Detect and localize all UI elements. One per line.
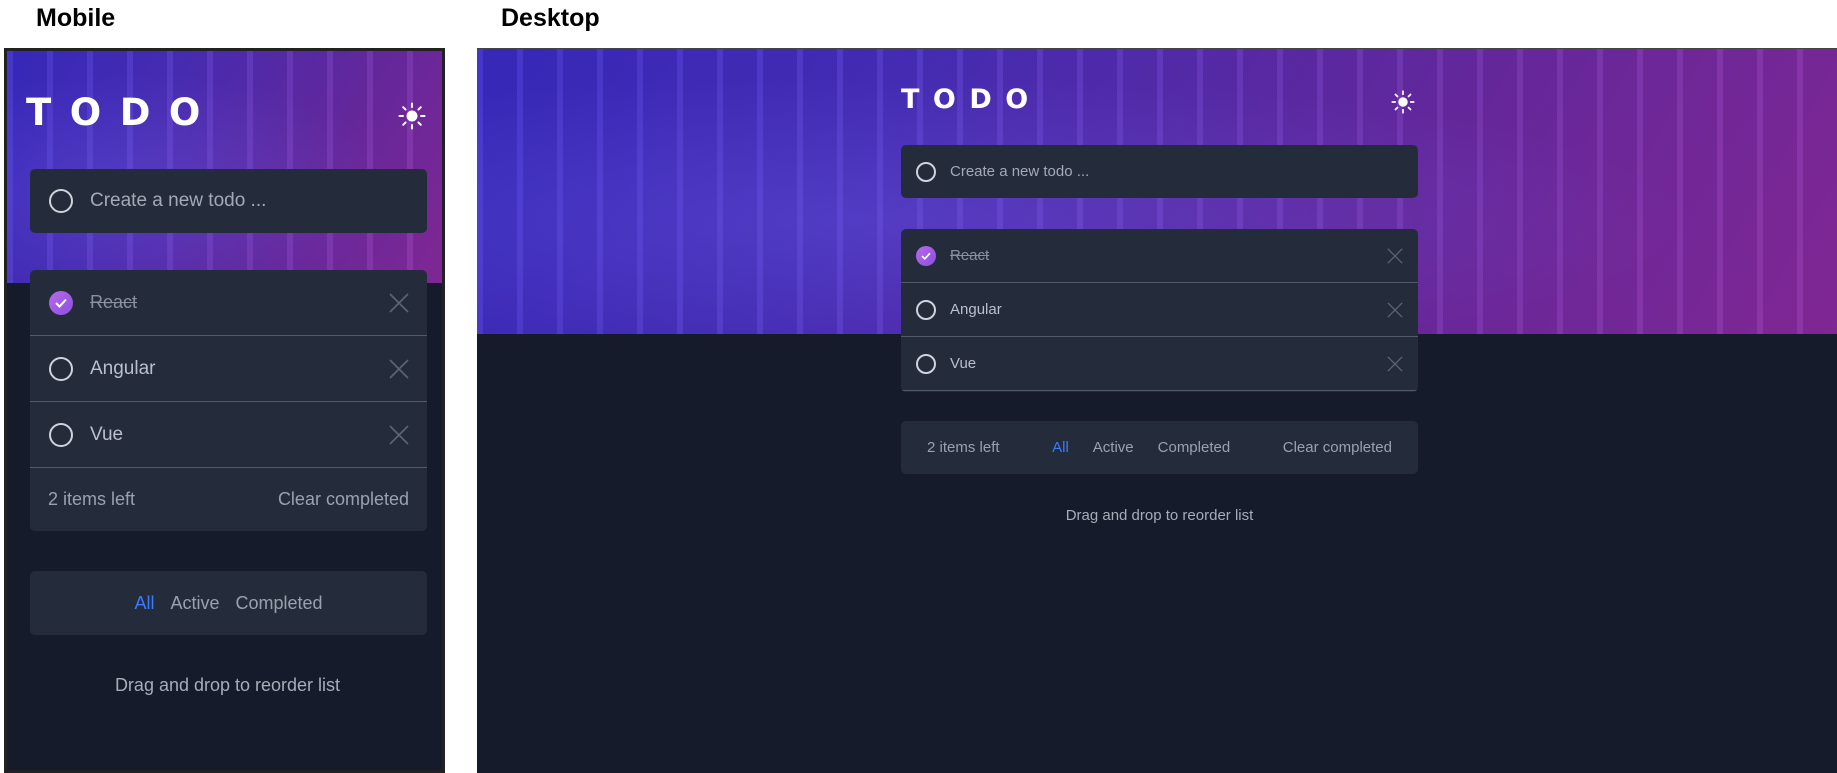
close-icon[interactable] xyxy=(389,293,409,313)
desktop-caption: Desktop xyxy=(501,4,600,32)
new-todo-circle-icon xyxy=(49,189,73,213)
filter-completed[interactable]: Completed xyxy=(1158,439,1231,456)
close-icon[interactable] xyxy=(1387,356,1403,372)
close-icon[interactable] xyxy=(1387,302,1403,318)
filter-all[interactable]: All xyxy=(1052,439,1069,456)
theme-toggle-button[interactable] xyxy=(1391,90,1415,114)
items-left-count: 2 items left xyxy=(927,439,1000,456)
checked-circle-icon[interactable] xyxy=(916,245,936,266)
check-icon xyxy=(55,298,67,308)
check-icon xyxy=(921,252,931,260)
filter-active[interactable]: Active xyxy=(170,593,219,614)
new-todo-circle-icon xyxy=(916,161,936,182)
circle-icon[interactable] xyxy=(916,353,936,374)
sun-icon xyxy=(398,102,426,130)
todo-label: React xyxy=(90,292,138,312)
theme-toggle-button[interactable] xyxy=(398,102,426,130)
app-title: TODO xyxy=(901,84,1042,115)
sun-icon xyxy=(1391,90,1415,114)
circle-icon[interactable] xyxy=(49,422,73,447)
close-icon[interactable] xyxy=(389,359,409,379)
drag-hint: Drag and drop to reorder list xyxy=(1065,507,1254,524)
todo-label: Vue xyxy=(950,355,977,372)
new-todo-placeholder: Create a new todo ... xyxy=(90,190,267,211)
todo-item[interactable]: Angular xyxy=(901,283,1418,337)
circle-icon[interactable] xyxy=(49,356,73,381)
todo-label: Vue xyxy=(90,423,124,445)
todo-item[interactable]: React xyxy=(30,270,427,336)
filter-bar: All Active Completed xyxy=(30,571,427,635)
mobile-caption: Mobile xyxy=(36,4,116,32)
items-left-count: 2 items left xyxy=(48,489,136,509)
close-icon[interactable] xyxy=(389,425,409,445)
hero-image xyxy=(7,51,442,283)
new-todo-field[interactable]: Create a new todo ... xyxy=(901,145,1418,198)
new-todo-placeholder: Create a new todo ... xyxy=(950,163,1090,180)
todo-label: Angular xyxy=(950,301,1002,318)
checked-circle-icon[interactable] xyxy=(49,290,73,315)
todo-item[interactable]: Vue xyxy=(901,337,1418,391)
new-todo-field[interactable]: Create a new todo ... xyxy=(30,169,427,233)
todo-label: React xyxy=(950,247,990,264)
filter-all[interactable]: All xyxy=(134,593,154,614)
clear-completed-button[interactable]: Clear completed xyxy=(278,489,409,510)
circle-icon[interactable] xyxy=(916,299,936,320)
clear-completed-button[interactable]: Clear completed xyxy=(1283,439,1392,456)
drag-hint: Drag and drop to reorder list xyxy=(114,675,341,695)
list-footer: 2 items left Clear completed xyxy=(30,468,427,531)
mobile-frame: TODO Create a new todo ... React Angular… xyxy=(4,48,445,773)
todo-list: React Angular Vue 2 items left Clear com… xyxy=(30,270,427,531)
close-icon[interactable] xyxy=(1387,248,1403,264)
filter-active[interactable]: Active xyxy=(1093,439,1134,456)
desktop-frame: TODO Create a new todo ... React Angular… xyxy=(477,48,1837,773)
todo-label: Angular xyxy=(90,357,156,379)
filter-group: All Active Completed xyxy=(1052,439,1230,456)
filter-completed[interactable]: Completed xyxy=(236,593,323,614)
todo-list: React Angular Vue xyxy=(901,229,1418,392)
todo-item[interactable]: Vue xyxy=(30,402,427,468)
todo-item[interactable]: Angular xyxy=(30,336,427,402)
app-title: TODO xyxy=(26,91,219,134)
todo-item[interactable]: React xyxy=(901,229,1418,283)
list-footer: 2 items left All Active Completed Clear … xyxy=(901,421,1418,474)
